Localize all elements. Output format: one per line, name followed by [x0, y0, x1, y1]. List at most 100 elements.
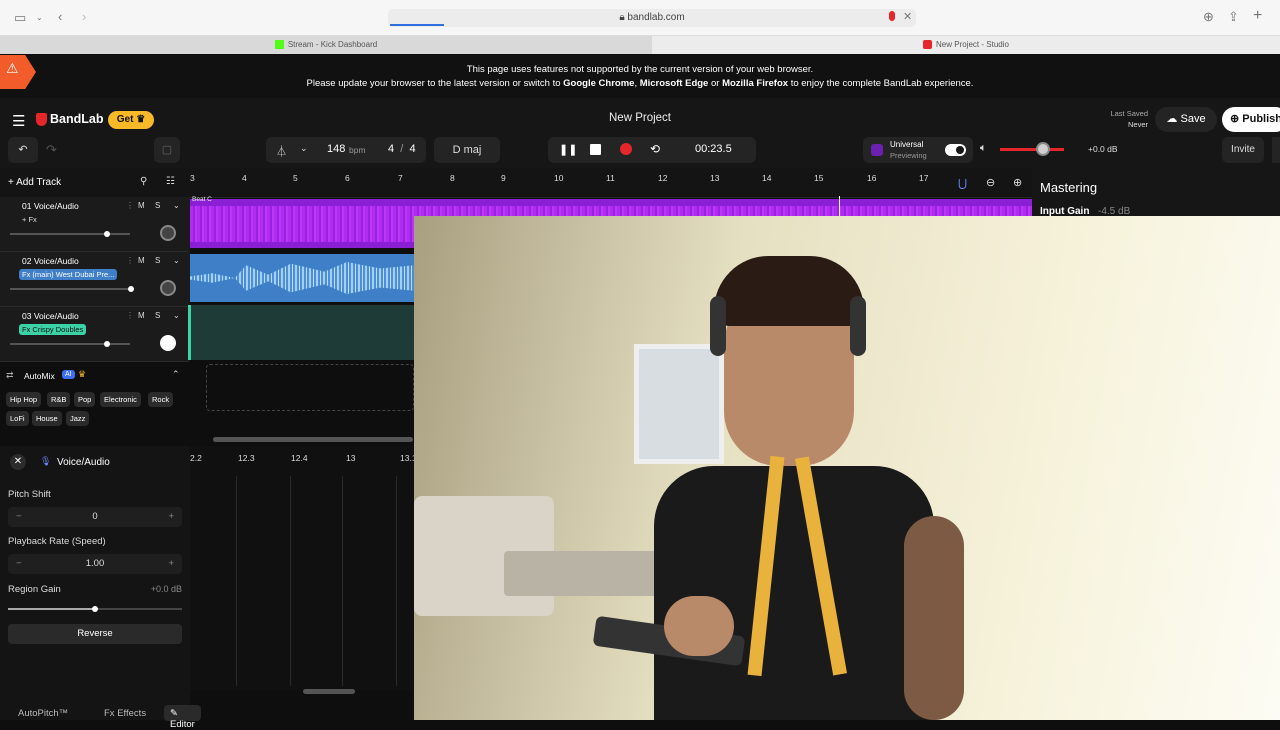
genre-chip[interactable]: House [32, 411, 62, 426]
close-icon[interactable]: ✕ [903, 9, 912, 25]
volume-slider-knob[interactable] [1036, 142, 1050, 156]
pan-knob[interactable] [160, 335, 176, 351]
track-region-3[interactable] [188, 305, 414, 360]
redo-button[interactable]: ↷ [46, 137, 66, 163]
publish-button[interactable]: ⊕ Publish [1222, 107, 1280, 132]
track-volume-slider[interactable] [10, 286, 134, 292]
solo-button[interactable]: S [155, 311, 160, 320]
tab-autopitch[interactable]: AutoPitch™ [18, 708, 68, 719]
solo-button[interactable]: S [155, 201, 160, 210]
pitch-shift-stepper[interactable]: − 0 + [8, 507, 182, 527]
pan-knob[interactable] [160, 225, 176, 241]
genre-chip[interactable]: Pop [74, 392, 96, 407]
plus-icon[interactable]: + [168, 507, 174, 527]
pan-knob[interactable] [160, 280, 176, 296]
metronome-icon[interactable]: ⏃ [276, 143, 287, 159]
timeline-ruler[interactable]: 3 4 5 6 7 8 9 10 11 12 13 14 15 16 17 [190, 168, 1032, 198]
master-volume-slider[interactable] [1000, 148, 1064, 151]
tab-kick-dashboard[interactable]: Stream - Kick Dashboard [0, 36, 652, 54]
mastering-toggle[interactable] [945, 144, 966, 156]
minus-icon[interactable]: − [16, 554, 22, 574]
extra-button[interactable] [1272, 137, 1280, 163]
track-header[interactable]: 02 Voice/Audio Fx (main) West Dubai Pre.… [0, 252, 188, 307]
ruler-tick: 4 [242, 173, 247, 183]
new-tab-icon[interactable]: + [1253, 8, 1262, 24]
track-menu-icon: ⋮ [126, 311, 134, 320]
invite-button[interactable]: Invite [1222, 137, 1264, 163]
add-track-button[interactable]: + Add Track [8, 177, 61, 188]
track-header[interactable]: 03 Voice/Audio Fx Crispy Doubles ⋮ M S ⌄ [0, 307, 188, 362]
square-icon: ▢ [161, 144, 173, 156]
stop-button[interactable] [590, 144, 601, 155]
empty-track-drop-zone[interactable] [206, 364, 414, 411]
zoom-out-icon[interactable]: ⊖ [986, 176, 995, 189]
loop-button[interactable]: ⟲ [650, 142, 660, 156]
address-bar[interactable]: 🔒︎ bandlab.com [388, 9, 916, 27]
solo-button[interactable]: S [155, 256, 160, 265]
sidebar-toggle-icon[interactable]: ▭ [14, 10, 26, 26]
time-signature[interactable]: 4 / 4 [388, 143, 416, 155]
minus-icon[interactable]: − [16, 507, 22, 527]
genre-chip[interactable]: Jazz [66, 411, 90, 426]
clip-button[interactable]: ▢ [154, 137, 180, 163]
ruler-tick: 15 [814, 173, 824, 183]
warning-icon: ⚠ [6, 60, 19, 76]
track-name[interactable]: 02 Voice/Audio [22, 256, 79, 266]
track-name[interactable]: 03 Voice/Audio [22, 311, 79, 321]
chevron-down-icon[interactable]: ⌄ [300, 143, 308, 154]
genre-chip[interactable]: Rock [148, 392, 174, 407]
speaker-icon[interactable]: 🔈︎ [980, 142, 987, 155]
track-fx[interactable]: + Fx [19, 214, 40, 225]
track-name[interactable]: 01 Voice/Audio [22, 201, 79, 211]
undo-button[interactable]: ↶ [8, 137, 38, 163]
mute-button[interactable]: M [138, 311, 145, 320]
editor-ruler[interactable]: 2.2 12.3 12.4 13 13.1 [190, 450, 417, 466]
save-button[interactable]: ☁ Save [1155, 107, 1217, 132]
horizontal-scrollbar[interactable] [213, 437, 413, 442]
editor-canvas[interactable] [190, 446, 414, 691]
undo-icon: ↶ [18, 144, 28, 156]
bpm-value[interactable]: 148 [327, 143, 345, 155]
chevron-down-icon[interactable]: ⌄ [173, 311, 180, 320]
key-selector[interactable]: D maj [434, 137, 500, 163]
sliders-icon[interactable]: ☷ [166, 176, 175, 187]
chevron-down-icon[interactable]: ⌄ [173, 256, 180, 265]
playhead[interactable] [839, 196, 840, 216]
microphone-icon[interactable] [889, 11, 895, 21]
download-icon[interactable]: ⊕ [1203, 9, 1214, 25]
genre-chip[interactable]: Electronic [100, 392, 141, 407]
tab-editor[interactable]: ✎ Editor [164, 705, 201, 730]
region-gain-slider[interactable] [8, 606, 182, 612]
playback-rate-stepper[interactable]: − 1.00 + [8, 554, 182, 574]
chevron-up-icon[interactable]: ⌃ [172, 369, 180, 380]
tab-effects[interactable]: Fx Effects [104, 708, 146, 719]
close-editor-button[interactable]: ✕ [10, 454, 26, 470]
back-icon[interactable]: ‹ [58, 9, 62, 25]
share-icon[interactable]: ⇪ [1228, 9, 1239, 25]
mute-button[interactable]: M [138, 201, 145, 210]
track-volume-slider[interactable] [10, 231, 130, 237]
wand-icon[interactable]: ⚲ [140, 176, 147, 187]
pause-button[interactable]: ❚❚ [559, 143, 577, 156]
track-volume-slider[interactable] [10, 341, 130, 347]
region-gain-knob [92, 606, 98, 612]
forward-icon[interactable]: › [82, 9, 86, 25]
track-header[interactable]: 01 Voice/Audio + Fx ⋮ M S ⌄ [0, 197, 188, 252]
magnet-icon[interactable]: ⋃ [958, 177, 967, 190]
project-title[interactable]: New Project [0, 112, 1280, 124]
track-fx[interactable]: Fx (main) West Dubai Pre... [19, 269, 118, 280]
reverse-button[interactable]: Reverse [8, 624, 182, 644]
chevron-down-icon[interactable]: ⌄ [36, 10, 43, 26]
chevron-down-icon[interactable]: ⌄ [173, 201, 180, 210]
record-button[interactable] [620, 143, 632, 155]
track-fx[interactable]: Fx Crispy Doubles [19, 324, 87, 335]
banner-line-2: Please update your browser to the latest… [306, 78, 974, 89]
genre-chip[interactable]: LoFi [6, 411, 29, 426]
tab-new-project-studio[interactable]: New Project - Studio [652, 36, 1280, 54]
mute-button[interactable]: M [138, 256, 145, 265]
zoom-in-icon[interactable]: ⊕ [1013, 176, 1022, 189]
genre-chip[interactable]: R&B [47, 392, 71, 407]
plus-icon[interactable]: + [168, 554, 174, 574]
editor-scrollbar[interactable] [303, 689, 355, 694]
genre-chip[interactable]: Hip Hop [6, 392, 42, 407]
